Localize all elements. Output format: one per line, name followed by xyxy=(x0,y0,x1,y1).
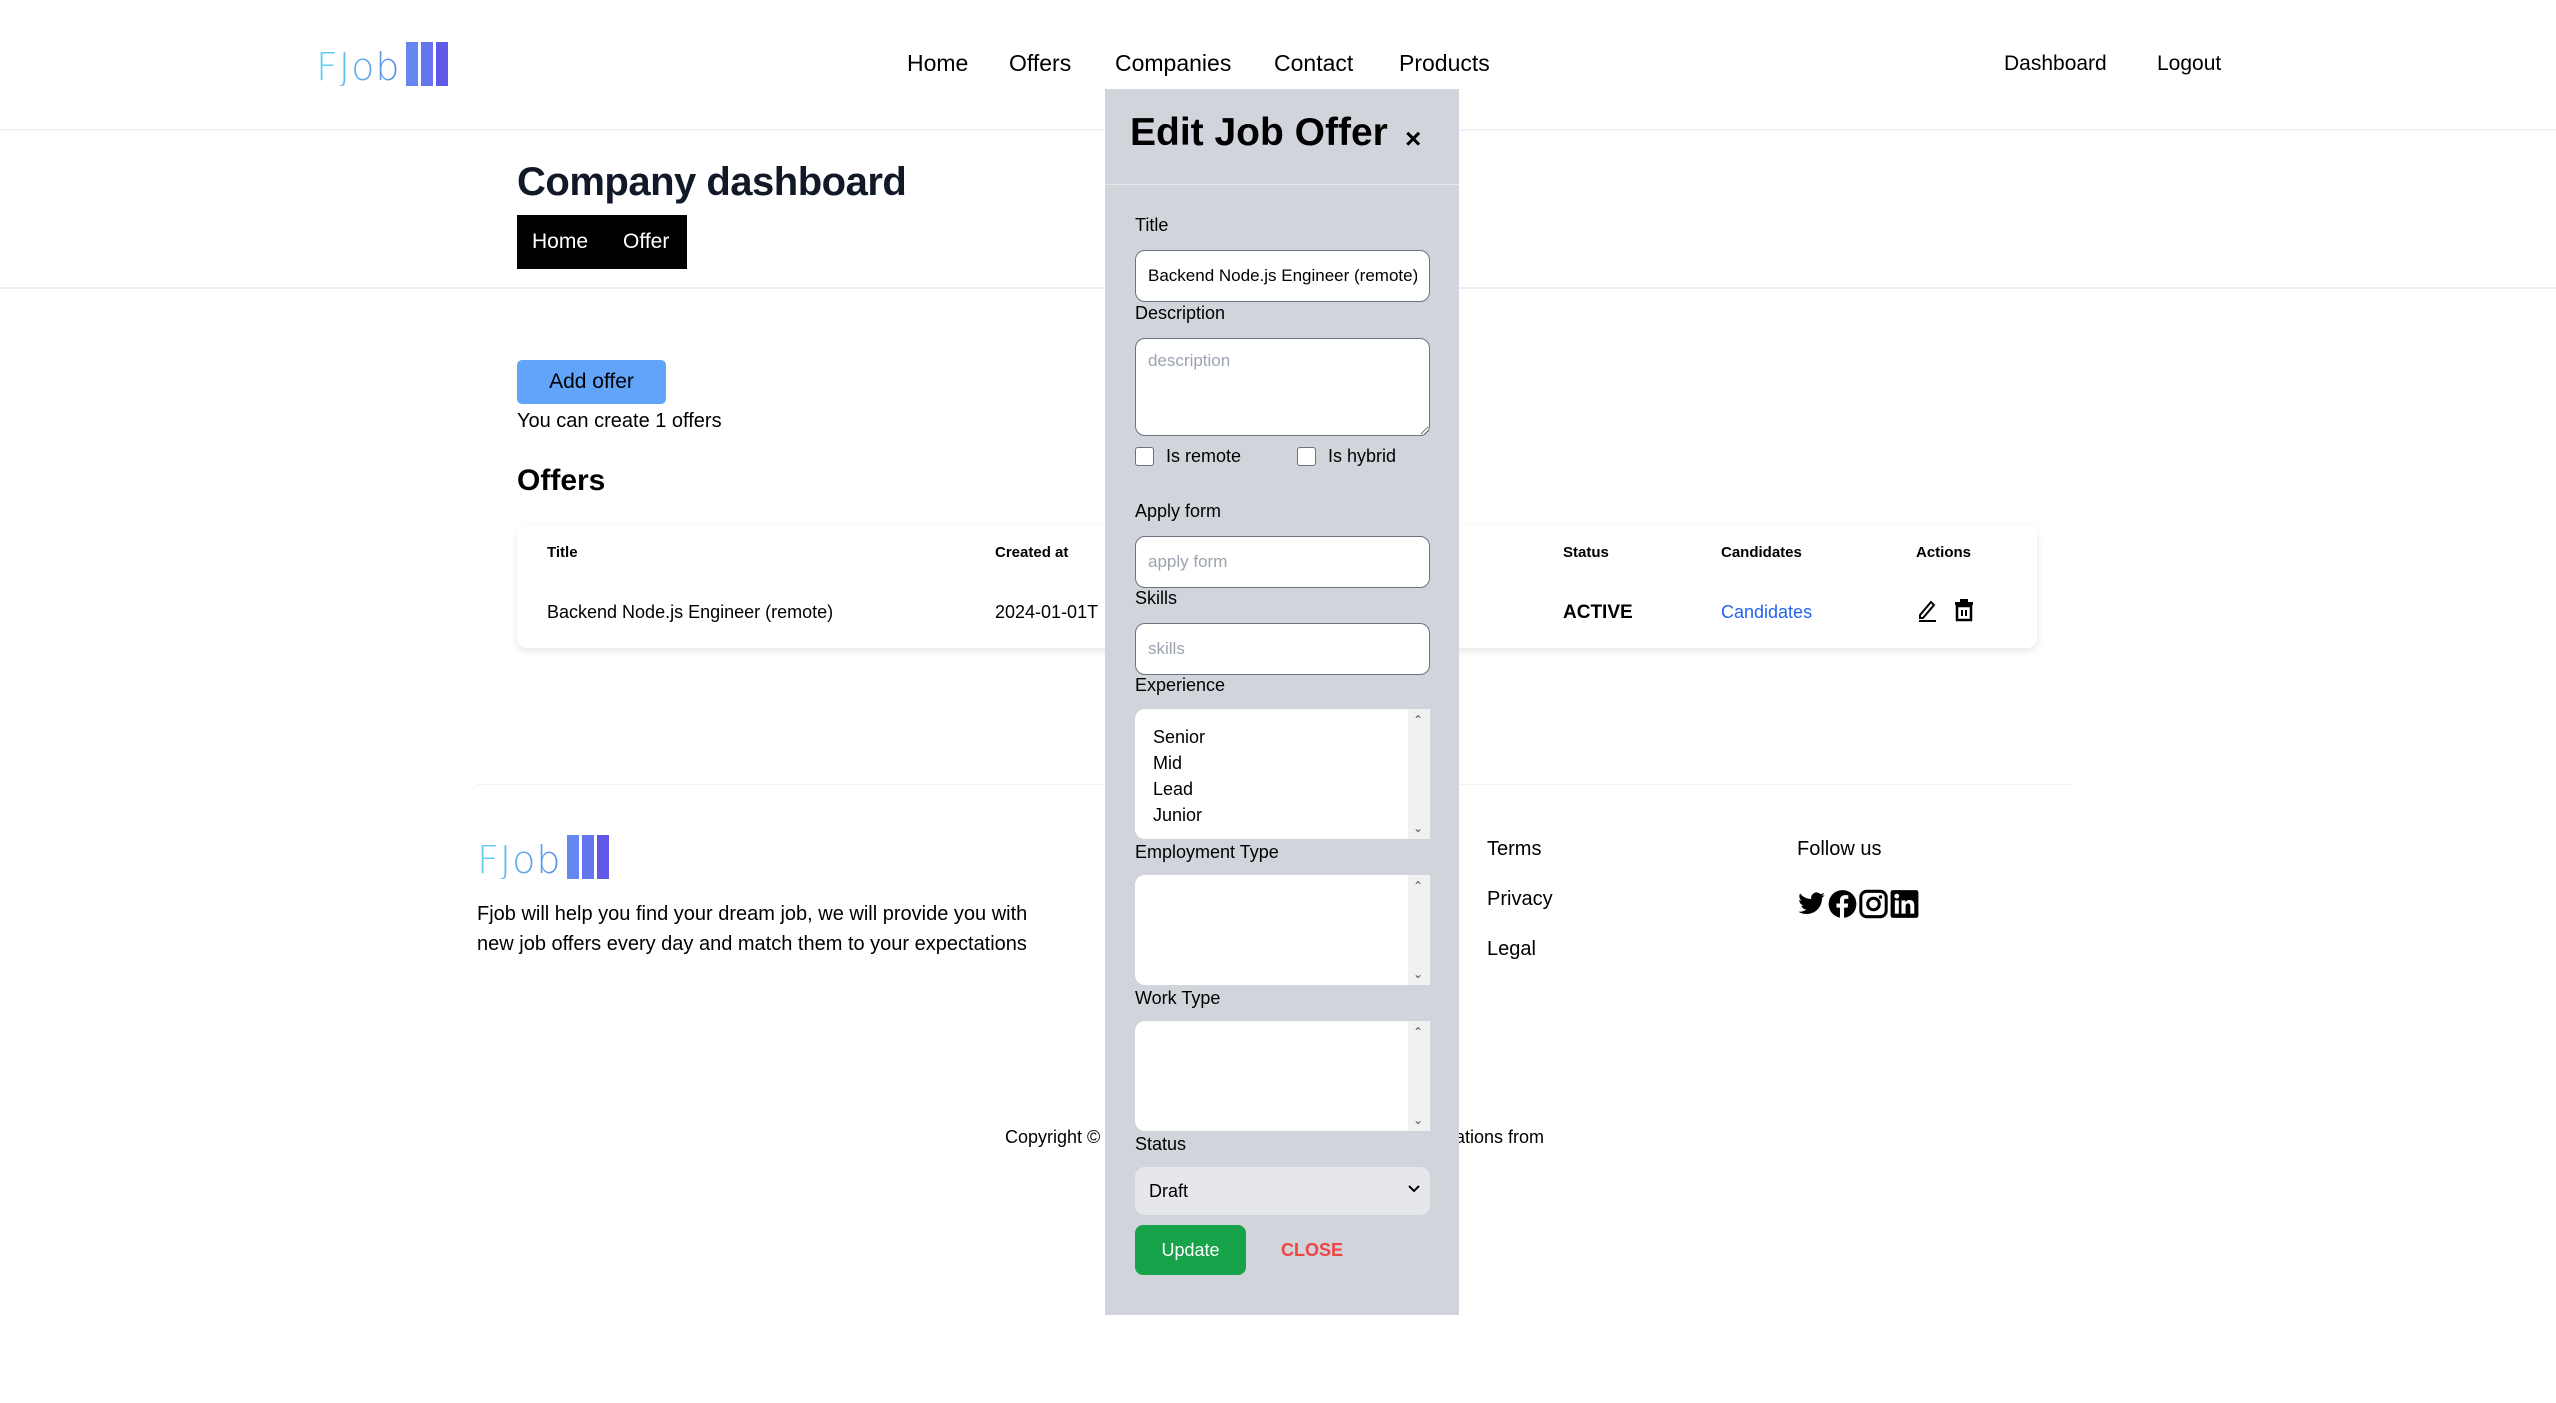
scrollbar[interactable]: ⌃ ⌄ xyxy=(1408,1021,1430,1131)
instagram-icon[interactable] xyxy=(1859,889,1888,919)
nav-companies[interactable]: Companies xyxy=(1115,50,1231,77)
experience-option[interactable]: Junior xyxy=(1135,802,1430,828)
logo-wordmark: FJob xyxy=(477,838,562,882)
title-input[interactable] xyxy=(1135,250,1430,302)
is-remote-label: Is remote xyxy=(1166,446,1242,466)
twitter-icon[interactable] xyxy=(1797,889,1826,919)
chevron-down-icon xyxy=(1408,1181,1420,1197)
modal-divider xyxy=(1105,184,1459,185)
close-icon[interactable]: × xyxy=(1405,125,1421,153)
employment-type-listbox[interactable]: ⌃ ⌄ xyxy=(1135,875,1430,985)
is-hybrid-label: Is hybrid xyxy=(1328,446,1397,466)
breadcrumb: Home Offer xyxy=(517,215,687,269)
nav-dashboard[interactable]: Dashboard xyxy=(2004,52,2107,76)
experience-option[interactable]: Lead xyxy=(1135,776,1430,802)
cell-title: Backend Node.js Engineer (remote) xyxy=(547,602,834,622)
footer-link-legal[interactable]: Legal xyxy=(1487,938,1536,961)
checkbox-box[interactable] xyxy=(1135,447,1154,466)
scroll-up-icon[interactable]: ⌃ xyxy=(1413,714,1423,726)
description-label: Description xyxy=(1135,303,1226,323)
apply-form-input[interactable] xyxy=(1135,536,1430,588)
status-select[interactable]: Draft xyxy=(1135,1167,1430,1215)
description-textarea[interactable] xyxy=(1135,338,1430,436)
logo-wordmark: FJob xyxy=(316,45,401,89)
scrollbar[interactable]: ⌃ ⌄ xyxy=(1408,709,1430,839)
experience-option[interactable]: Mid xyxy=(1135,750,1430,776)
breadcrumb-home[interactable]: Home xyxy=(532,230,588,254)
trash-icon[interactable] xyxy=(1952,597,1976,623)
linkedin-icon[interactable] xyxy=(1890,889,1919,919)
work-type-listbox[interactable]: ⌃ ⌄ xyxy=(1135,1021,1430,1131)
nav-contact[interactable]: Contact xyxy=(1274,50,1353,77)
status-label: Status xyxy=(1135,1134,1187,1154)
skills-input[interactable] xyxy=(1135,623,1430,675)
employment-type-label: Employment Type xyxy=(1135,842,1279,862)
col-header-status: Status xyxy=(1563,544,1609,561)
footer-logo[interactable]: FJob xyxy=(477,835,610,882)
close-button[interactable]: CLOSE xyxy=(1281,1240,1343,1261)
experience-label: Experience xyxy=(1135,675,1226,695)
apply-form-label: Apply form xyxy=(1135,501,1222,521)
nav-home[interactable]: Home xyxy=(907,50,968,77)
logo-bars-icon xyxy=(406,42,449,86)
social-links xyxy=(1797,889,1919,919)
breadcrumb-offer[interactable]: Offer xyxy=(623,230,669,254)
scroll-down-icon[interactable]: ⌄ xyxy=(1413,968,1423,980)
scroll-up-icon[interactable]: ⌃ xyxy=(1413,1026,1423,1038)
is-hybrid-checkbox[interactable]: Is hybrid xyxy=(1297,446,1396,467)
logout-link[interactable]: Logout xyxy=(2157,52,2221,76)
status-selected-value: Draft xyxy=(1149,1180,1189,1201)
logo-bars-icon xyxy=(567,835,610,879)
page-title: Company dashboard xyxy=(517,160,907,204)
offers-heading: Offers xyxy=(517,464,606,497)
modal-title: Edit Job Offer xyxy=(1130,111,1388,154)
title-label: Title xyxy=(1135,215,1169,235)
facebook-icon[interactable] xyxy=(1828,889,1857,919)
copyright-text: Copyright © xyxy=(1005,1127,1101,1147)
offer-quota-text: You can create 1 offers xyxy=(517,410,722,432)
brand-logo[interactable]: FJob xyxy=(316,42,449,89)
nav-offers[interactable]: Offers xyxy=(1009,50,1071,77)
skills-label: Skills xyxy=(1135,588,1178,608)
col-header-title: Title xyxy=(547,544,578,561)
footer-link-terms[interactable]: Terms xyxy=(1487,838,1541,861)
col-header-actions: Actions xyxy=(1916,544,1972,561)
footer-link-privacy[interactable]: Privacy xyxy=(1487,888,1553,911)
edit-job-offer-modal: Edit Job Offer × Title Description Is re… xyxy=(1105,89,1459,1315)
copyright-text-tail: ations from xyxy=(1455,1127,1545,1147)
work-type-label: Work Type xyxy=(1135,988,1221,1008)
col-header-created-at: Created at xyxy=(995,544,1069,561)
is-remote-checkbox[interactable]: Is remote xyxy=(1135,446,1241,467)
edit-icon[interactable] xyxy=(1916,597,1940,623)
add-offer-button[interactable]: Add offer xyxy=(517,360,666,404)
scroll-down-icon[interactable]: ⌄ xyxy=(1413,1114,1423,1126)
experience-option[interactable]: Senior xyxy=(1135,724,1430,750)
checkbox-box[interactable] xyxy=(1297,447,1316,466)
candidates-link[interactable]: Candidates xyxy=(1721,602,1812,623)
update-button[interactable]: Update xyxy=(1135,1225,1246,1275)
scroll-up-icon[interactable]: ⌃ xyxy=(1413,880,1423,892)
status-badge: ACTIVE xyxy=(1563,602,1633,623)
col-header-candidates: Candidates xyxy=(1721,544,1802,561)
cell-created-at: 2024-01-01T xyxy=(995,602,1099,622)
nav-products[interactable]: Products xyxy=(1399,50,1490,77)
footer-description: Fjob will help you find your dream job, … xyxy=(477,903,1028,955)
scroll-down-icon[interactable]: ⌄ xyxy=(1413,822,1423,834)
follow-us-label: Follow us xyxy=(1797,838,1882,860)
scrollbar[interactable]: ⌃ ⌄ xyxy=(1408,875,1430,985)
experience-listbox[interactable]: Senior Mid Lead Junior ⌃ ⌄ xyxy=(1135,709,1430,839)
